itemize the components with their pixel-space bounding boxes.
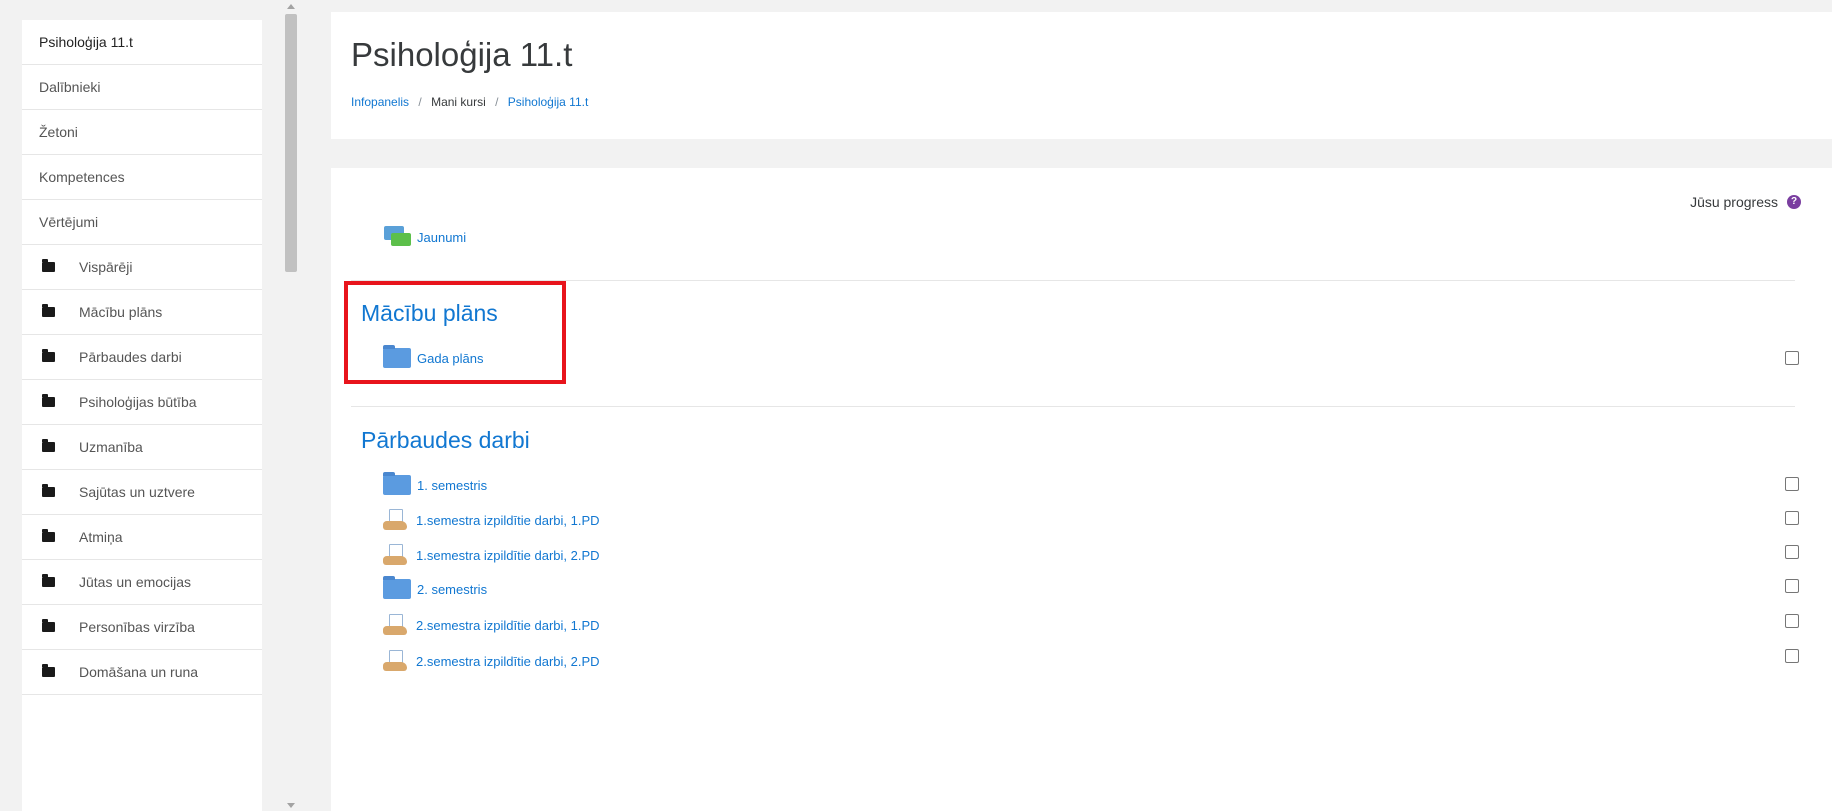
sidebar-item-label: Psiholoģija 11.t	[39, 34, 133, 50]
sidebar-section-item[interactable]: Atmiņa	[22, 515, 262, 560]
folder-icon	[42, 574, 55, 587]
breadcrumb-link-course[interactable]: Psiholoģija 11.t	[508, 95, 589, 109]
section-title[interactable]: Mācību plāns	[361, 300, 498, 327]
sidebar-section-item[interactable]: Uzmanība	[22, 425, 262, 470]
sidebar-item-competencies[interactable]: Kompetences	[22, 155, 262, 200]
course-content: Jūsu progress ? Jaunumi Mācību plāns Gad…	[331, 168, 1832, 811]
section-divider	[351, 406, 1795, 407]
sidebar-section-item[interactable]: Jūtas un emocijas	[22, 560, 262, 605]
folder-icon	[42, 484, 55, 497]
assignment-icon	[383, 614, 409, 636]
sidebar-item-label: Žetoni	[39, 124, 78, 140]
sidebar-section-item[interactable]: Domāšana un runa	[22, 650, 262, 695]
activity-link[interactable]: 2.semestra izpildītie darbi, 2.PD	[416, 654, 600, 669]
sidebar-section-item[interactable]: Pārbaudes darbi	[22, 335, 262, 380]
activity-link[interactable]: Gada plāns	[417, 351, 484, 366]
folder-icon	[42, 259, 55, 272]
activity-link[interactable]: 2.semestra izpildītie darbi, 1.PD	[416, 618, 600, 633]
folder-icon	[383, 472, 411, 495]
breadcrumb-separator: /	[418, 95, 422, 109]
sidebar-section-label: Vispārēji	[79, 259, 133, 275]
folder-icon	[42, 439, 55, 452]
breadcrumb-item-my-courses[interactable]: Mani kursi	[431, 95, 486, 109]
activity-assignment[interactable]: 2.semestra izpildītie darbi, 2.PD	[383, 650, 600, 672]
sidebar-section-item[interactable]: Personības virzība	[22, 605, 262, 650]
page-title: Psiholoģija 11.t	[351, 36, 573, 73]
breadcrumb-link-dashboard[interactable]: Infopanelis	[351, 95, 409, 109]
assignment-icon	[383, 509, 409, 531]
folder-icon	[42, 394, 55, 407]
activity-link[interactable]: Jaunumi	[417, 230, 466, 245]
activity-assignment[interactable]: 2.semestra izpildītie darbi, 1.PD	[383, 614, 600, 636]
breadcrumb-separator: /	[495, 95, 499, 109]
sidebar-section-label: Atmiņa	[79, 529, 123, 545]
activity-assignment[interactable]: 1.semestra izpildītie darbi, 2.PD	[383, 544, 600, 566]
sidebar-item-grades[interactable]: Vērtējumi	[22, 200, 262, 245]
activity-link[interactable]: 1. semestris	[417, 478, 487, 493]
folder-icon	[42, 349, 55, 362]
sidebar-section-label: Pārbaudes darbi	[79, 349, 182, 365]
sidebar-section-label: Psiholoģijas būtība	[79, 394, 197, 410]
sidebar-scroll-thumb[interactable]	[285, 14, 297, 272]
sidebar-section-item[interactable]: Vispārēji	[22, 245, 262, 290]
folder-icon	[42, 304, 55, 317]
sidebar-item-participants[interactable]: Dalībnieki	[22, 65, 262, 110]
sidebar-section-item[interactable]: Mācību plāns	[22, 290, 262, 335]
folder-icon	[383, 345, 411, 368]
activity-folder[interactable]: 2. semestris	[383, 576, 487, 599]
folder-icon	[42, 529, 55, 542]
activity-news-forum[interactable]: Jaunumi	[384, 226, 466, 248]
scroll-up-icon[interactable]	[287, 4, 295, 9]
forum-icon	[384, 226, 412, 248]
folder-icon	[42, 664, 55, 677]
sidebar-section-label: Personības virzība	[79, 619, 195, 635]
completion-checkbox[interactable]	[1785, 351, 1799, 365]
sidebar-section-label: Domāšana un runa	[79, 664, 199, 680]
sidebar-section-item[interactable]: Psiholoģijas būtība	[22, 380, 262, 425]
sidebar-section-label: Sajūtas un uztvere	[79, 484, 195, 500]
completion-checkbox[interactable]	[1785, 649, 1799, 663]
completion-checkbox[interactable]	[1785, 477, 1799, 491]
activity-link[interactable]: 1.semestra izpildītie darbi, 2.PD	[416, 548, 600, 563]
sidebar-item-label: Vērtējumi	[39, 214, 99, 230]
activity-folder[interactable]: Gada plāns	[383, 345, 484, 368]
sidebar-item-label: Dalībnieki	[39, 79, 101, 95]
breadcrumb: Infopanelis / Mani kursi / Psiholoģija 1…	[351, 95, 588, 109]
course-sidebar: Psiholoģija 11.t Dalībnieki Žetoni Kompe…	[22, 20, 262, 811]
sidebar-section-label: Jūtas un emocijas	[79, 574, 192, 590]
folder-icon	[383, 576, 411, 599]
sidebar-section-item[interactable]: Sajūtas un uztvere	[22, 470, 262, 515]
help-icon[interactable]: ?	[1787, 195, 1801, 209]
activity-link[interactable]: 1.semestra izpildītie darbi, 1.PD	[416, 513, 600, 528]
section-title[interactable]: Pārbaudes darbi	[361, 427, 530, 454]
sidebar-item-label: Kompetences	[39, 169, 125, 185]
activity-link[interactable]: 2. semestris	[417, 582, 487, 597]
activity-assignment[interactable]: 1.semestra izpildītie darbi, 1.PD	[383, 509, 600, 531]
scroll-down-icon[interactable]	[287, 803, 295, 808]
assignment-icon	[383, 544, 409, 566]
progress-label: Jūsu progress	[1690, 194, 1778, 210]
assignment-icon	[383, 650, 409, 672]
sidebar-section-label: Mācību plāns	[79, 304, 163, 320]
completion-checkbox[interactable]	[1785, 614, 1799, 628]
progress-indicator: Jūsu progress ?	[1690, 194, 1801, 210]
sidebar-section-label: Uzmanība	[79, 439, 143, 455]
sidebar-item-badges[interactable]: Žetoni	[22, 110, 262, 155]
section-divider	[351, 280, 1795, 281]
completion-checkbox[interactable]	[1785, 511, 1799, 525]
activity-folder[interactable]: 1. semestris	[383, 472, 487, 495]
page-header: Psiholoģija 11.t Infopanelis / Mani kurs…	[331, 12, 1832, 139]
folder-icon	[42, 619, 55, 632]
completion-checkbox[interactable]	[1785, 545, 1799, 559]
sidebar-item-course[interactable]: Psiholoģija 11.t	[22, 20, 262, 65]
completion-checkbox[interactable]	[1785, 579, 1799, 593]
